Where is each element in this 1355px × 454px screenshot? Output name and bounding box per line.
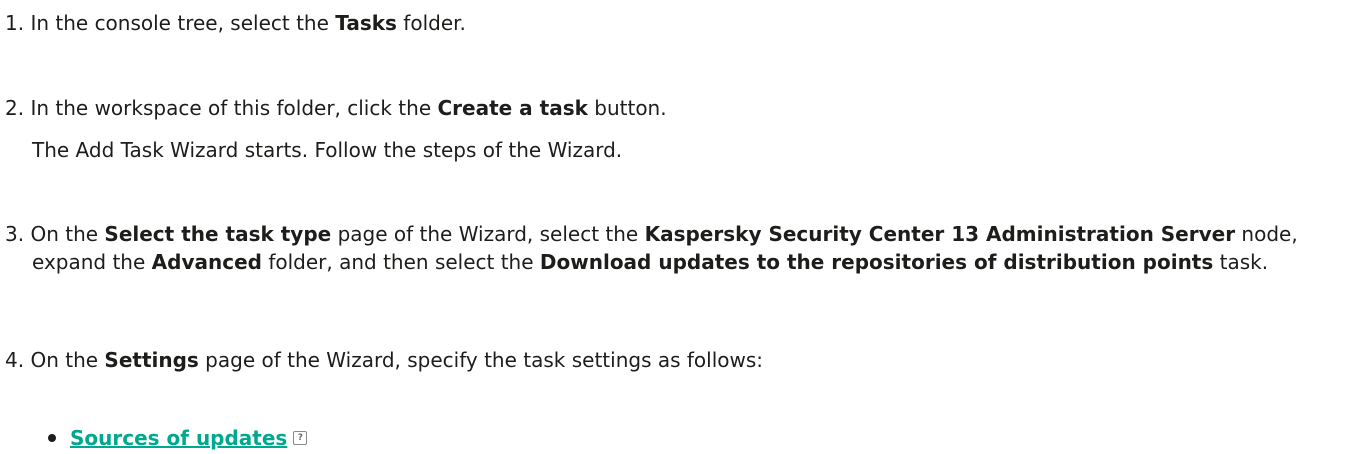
ui-term-select-task-type: Select the task type: [104, 222, 332, 246]
step-text-part: page of the Wizard, specify the task set…: [198, 348, 764, 372]
step-text-part: folder.: [396, 11, 466, 35]
step-text-part: On the: [30, 222, 105, 246]
step-2: 2. In the workspace of this folder, clic…: [5, 94, 1347, 122]
step-4: 4. On the Settings page of the Wizard, s…: [5, 346, 1347, 374]
bullet-icon: [48, 434, 56, 442]
ui-term-create-a-task: Create a task: [437, 96, 588, 120]
step-text-part: folder, and then select the: [261, 250, 540, 274]
ui-term-tasks: Tasks: [335, 11, 397, 35]
step-2-note: The Add Task Wizard starts. Follow the s…: [32, 138, 623, 162]
step-text-part: page of the Wizard, select the: [331, 222, 645, 246]
ui-term-settings: Settings: [104, 348, 199, 372]
step-number: 1.: [5, 11, 25, 35]
ui-term-administration-server: Kaspersky Security Center 13 Administrat…: [644, 222, 1236, 246]
step-number: 2.: [5, 96, 25, 120]
sources-of-updates-link[interactable]: Sources of updates: [70, 424, 287, 452]
step-text-part: button.: [587, 96, 667, 120]
step-3: 3. On the Select the task type page of t…: [5, 220, 1347, 276]
ui-term-download-updates-task: Download updates to the repositories of …: [539, 250, 1214, 274]
ui-term-advanced: Advanced: [151, 250, 262, 274]
step-text-part: In the console tree, select the: [30, 11, 336, 35]
step-text-part: On the: [30, 348, 105, 372]
step-1: 1. In the console tree, select the Tasks…: [5, 9, 1347, 37]
settings-list-item: Sources of updates ?: [48, 424, 308, 452]
step-number: 3.: [5, 222, 25, 246]
step-number: 4.: [5, 348, 25, 372]
step-text-part: task.: [1213, 250, 1269, 274]
step-text-part: In the workspace of this folder, click t…: [30, 96, 438, 120]
help-icon[interactable]: ?: [293, 431, 308, 445]
